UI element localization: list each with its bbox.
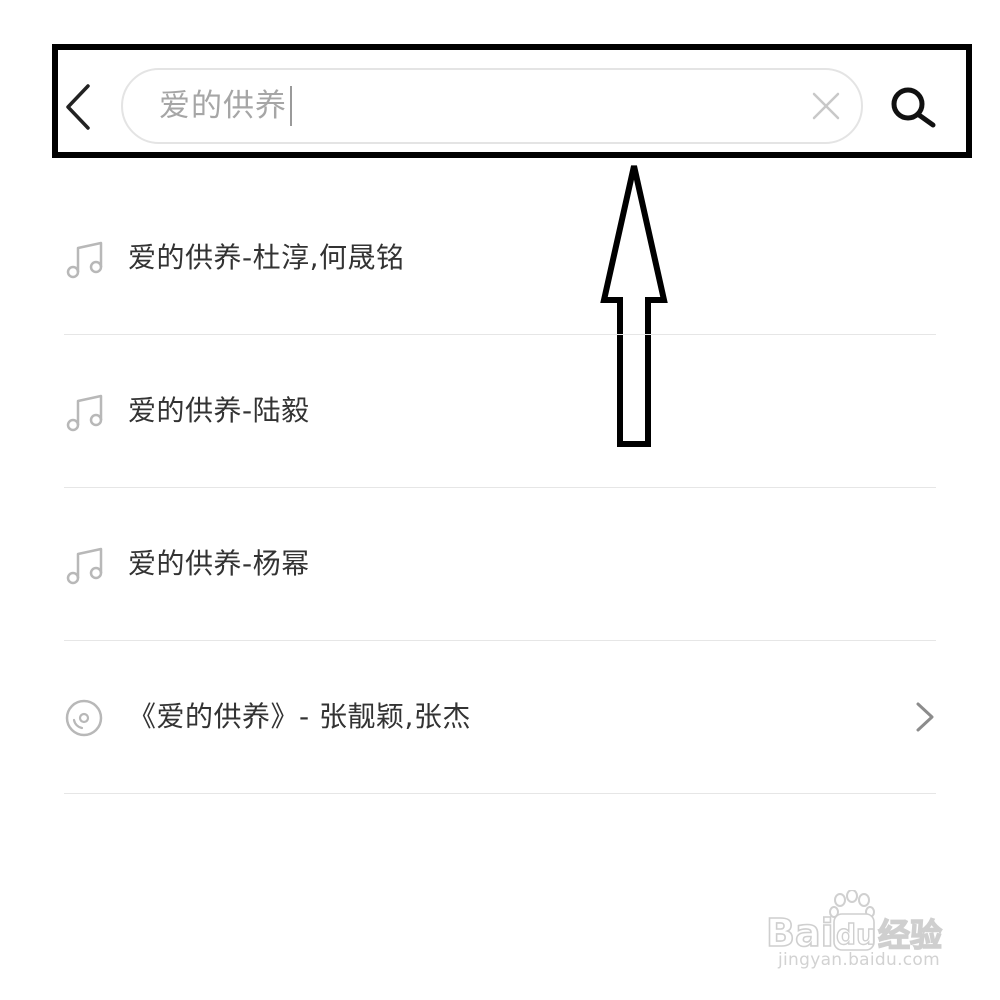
search-button[interactable] bbox=[886, 84, 940, 130]
watermark-url: jingyan.baidu.com bbox=[778, 950, 940, 970]
baidu-jingyan-logo: Bai du 经验 bbox=[765, 890, 943, 952]
result-item[interactable]: 爱的供养-杜淳,何晟铭 bbox=[64, 182, 936, 335]
search-input-value: 爱的供养 bbox=[159, 70, 292, 142]
back-arrow-icon bbox=[66, 84, 90, 130]
search-icon bbox=[891, 87, 936, 128]
music-note-icon bbox=[66, 241, 103, 279]
watermark-logo-text: Bai bbox=[766, 911, 834, 952]
baidu-jingyan-watermark: Bai du 经验 jingyan.baidu.com bbox=[764, 890, 954, 980]
clear-search-button[interactable] bbox=[808, 88, 844, 124]
text-caret bbox=[290, 85, 292, 126]
back-button[interactable] bbox=[60, 80, 100, 134]
result-label: 爱的供养-陆毅 bbox=[128, 394, 310, 427]
music-note-icon bbox=[66, 547, 103, 585]
music-note-icon bbox=[66, 394, 103, 432]
svg-text:经验: 经验 bbox=[878, 916, 942, 952]
result-label: 爱的供养-杜淳,何晟铭 bbox=[128, 241, 405, 274]
result-item[interactable]: 《爱的供养》- 张靓颖,张杰 bbox=[64, 641, 936, 794]
svg-text:du: du bbox=[836, 918, 876, 951]
search-screen: 爱的供养 爱的供养-杜淳,何晟铭 爱的供养-陆毅 爱的供养-杨幂 《爱的供养》-… bbox=[0, 0, 1000, 1000]
search-input[interactable]: 爱的供养 bbox=[121, 68, 863, 144]
result-label: 爱的供养-杨幂 bbox=[128, 547, 310, 580]
chevron-right-icon bbox=[916, 702, 934, 732]
search-results-list: 爱的供养-杜淳,何晟铭 爱的供养-陆毅 爱的供养-杨幂 《爱的供养》- 张靓颖,… bbox=[64, 182, 936, 794]
clear-x-icon bbox=[812, 92, 840, 120]
result-item[interactable]: 爱的供养-陆毅 bbox=[64, 335, 936, 488]
album-disc-icon bbox=[65, 699, 103, 737]
result-label: 《爱的供养》- 张靓颖,张杰 bbox=[128, 700, 471, 733]
result-item[interactable]: 爱的供养-杨幂 bbox=[64, 488, 936, 641]
